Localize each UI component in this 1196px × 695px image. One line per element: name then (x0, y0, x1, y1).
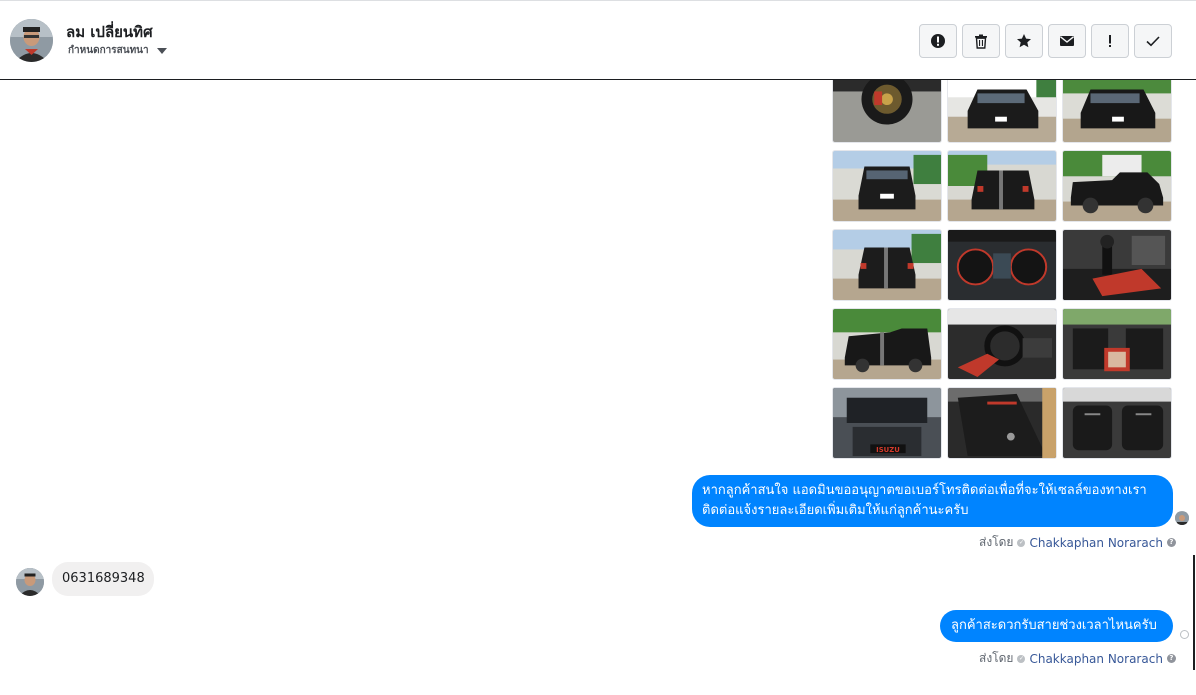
sent-by-line: ส่งโดย ✓ Chakkaphan Norarach ? (979, 649, 1176, 668)
trash-icon (975, 34, 987, 49)
caret-down-icon (156, 47, 167, 54)
photo-thumbnail[interactable] (947, 80, 1057, 143)
conversation-label-dropdown[interactable]: กำหนดการสนทนา (68, 43, 167, 58)
photo-thumbnail[interactable] (832, 229, 942, 301)
photo-thumbnail[interactable] (947, 308, 1057, 380)
photo-thumbnail[interactable] (832, 150, 942, 222)
conversation-toolbar (919, 24, 1172, 58)
scrollbar[interactable] (1193, 555, 1195, 670)
photo-attachment-grid: ISUZU (832, 80, 1172, 459)
sent-by-line: ส่งโดย ✓ Chakkaphan Norarach ? (979, 533, 1176, 552)
photo-thumbnail[interactable] (1062, 80, 1172, 143)
help-icon[interactable]: ? (1166, 654, 1176, 663)
sent-by-prefix: ส่งโดย (979, 651, 1014, 665)
check-icon (1146, 36, 1160, 47)
delete-button[interactable] (962, 24, 1000, 58)
message-thread[interactable]: ISUZU หากลูกค้าสนใจ แอดมินขออนุญาตขอเบอร… (0, 80, 1196, 695)
outgoing-message[interactable]: ลูกค้าสะดวกรับสายช่วงเวลาไหนครับ (940, 610, 1173, 642)
photo-thumbnail[interactable] (1062, 308, 1172, 380)
conversation-header: ลม เปลี่ยนทิศ กำหนดการสนทนา (0, 0, 1196, 80)
sender-name-link[interactable]: Chakkaphan Norarach (1029, 652, 1162, 666)
mark-unread-button[interactable] (1048, 24, 1086, 58)
envelope-icon (1060, 36, 1074, 46)
incoming-message-text: 0631689348 (62, 571, 145, 586)
outgoing-message-line: ติดต่อแจ้งรายละเอียดเพิ่มเติมให้แก่ลูกค้… (702, 503, 969, 518)
star-icon (1017, 34, 1031, 48)
star-button[interactable] (1005, 24, 1043, 58)
photo-thumbnail[interactable] (947, 150, 1057, 222)
photo-thumbnail[interactable] (1062, 150, 1172, 222)
photo-thumbnail[interactable] (832, 308, 942, 380)
incoming-message[interactable]: 0631689348 (52, 562, 154, 596)
verified-icon: ✓ (1017, 654, 1026, 663)
exclamation-icon (1109, 35, 1111, 47)
sent-by-prefix: ส่งโดย (979, 535, 1014, 549)
outgoing-message[interactable]: หากลูกค้าสนใจ แอดมินขออนุญาตขอเบอร์โทรติ… (692, 475, 1173, 527)
photo-thumbnail[interactable] (832, 80, 942, 143)
sender-name-link[interactable]: Chakkaphan Norarach (1029, 536, 1162, 550)
photo-thumbnail[interactable] (1062, 229, 1172, 301)
outgoing-message-line: หากลูกค้าสนใจ แอดมินขออนุญาตขอเบอร์โทรติ… (702, 483, 1147, 498)
verified-icon: ✓ (1017, 538, 1026, 547)
spam-button[interactable] (919, 24, 957, 58)
photo-thumbnail[interactable]: ISUZU (832, 387, 942, 459)
read-receipt-avatar (1175, 511, 1189, 525)
photo-thumbnail[interactable] (1062, 387, 1172, 459)
contact-avatar[interactable] (10, 19, 53, 62)
photo-thumbnail[interactable] (947, 387, 1057, 459)
follow-up-button[interactable] (1091, 24, 1129, 58)
mark-done-button[interactable] (1134, 24, 1172, 58)
help-icon[interactable]: ? (1166, 538, 1176, 547)
customer-avatar[interactable] (16, 568, 44, 596)
label-dropdown-text: กำหนดการสนทนา (68, 45, 149, 56)
svg-text:ISUZU: ISUZU (876, 446, 900, 454)
contact-name: ลม เปลี่ยนทิศ (66, 23, 153, 41)
photo-thumbnail[interactable] (947, 229, 1057, 301)
outgoing-message-text: ลูกค้าสะดวกรับสายช่วงเวลาไหนครับ (951, 618, 1157, 633)
delivered-icon (1180, 630, 1189, 639)
spam-icon (931, 34, 945, 48)
